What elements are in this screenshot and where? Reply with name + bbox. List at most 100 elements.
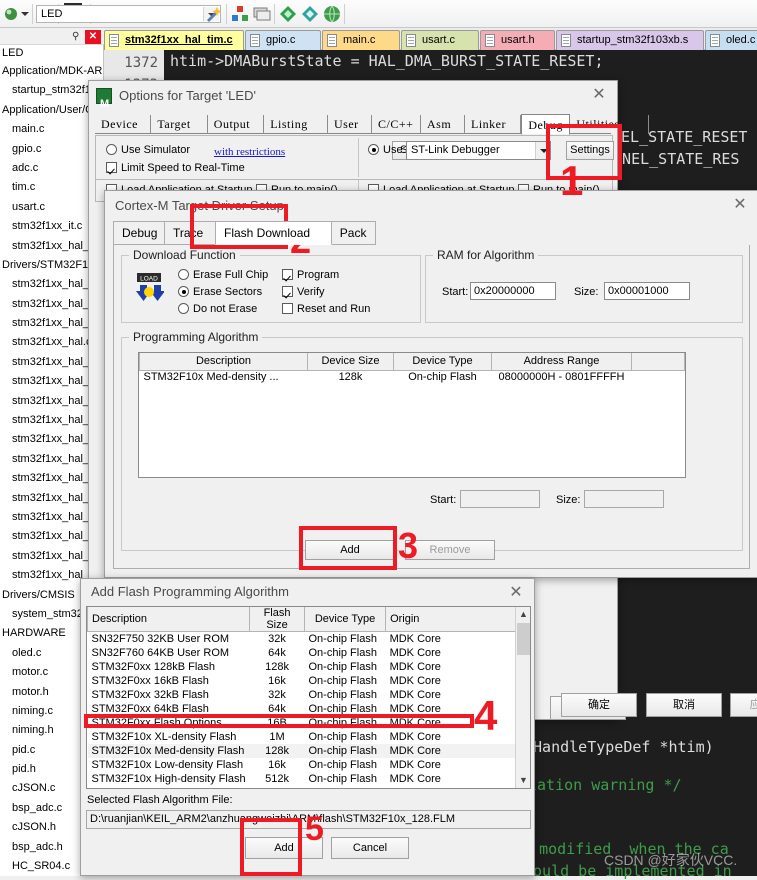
pa-size-input[interactable] (584, 490, 664, 508)
table-row[interactable]: STM32F10x High-density Flash 512k On-chip … (88, 772, 517, 786)
tab-output[interactable]: Output (208, 115, 265, 134)
column-header[interactable]: Device Type (303, 607, 387, 632)
column-header[interactable]: Device Size (307, 353, 394, 371)
close-icon[interactable]: ✕ (85, 30, 101, 44)
flash-algorithm-list[interactable]: Description Flash Size Device Type Origin S… (86, 606, 531, 789)
table-row[interactable]: STM32F10x Med-density Flash 128k On-chip F… (87, 743, 517, 758)
file-icon (327, 34, 337, 47)
table-cell: 512k (265, 772, 289, 785)
wizard-icon[interactable] (204, 4, 224, 24)
column-header[interactable] (631, 353, 685, 371)
close-icon[interactable]: ✕ (498, 579, 534, 607)
editor-tabbar[interactable]: stm32f1xx_hal_tim.c gpio.c main.c usart.c us… (104, 28, 757, 50)
green-diamond-icon[interactable] (278, 4, 298, 24)
scroll-up-icon[interactable]: ▲ (516, 607, 530, 622)
editor-tab[interactable]: startup_stm32f103xb.s (556, 30, 704, 50)
cancel-button[interactable]: 取消 (646, 693, 722, 717)
tab-debug[interactable]: Debug (113, 221, 165, 245)
list-scrollbar[interactable]: ▲ ▼ (515, 607, 530, 788)
table-cell: On-chip Flash (308, 730, 377, 743)
table-cell: SN32F750 32KB User ROM (91, 632, 230, 645)
reset-and-run-checkbox[interactable]: Reset and Run (282, 303, 370, 315)
column-header[interactable]: Address Range (491, 353, 632, 371)
tree-item[interactable]: Application/MDK-ARM (0, 62, 103, 81)
tab-device[interactable]: Device (95, 115, 152, 134)
editor-tab[interactable]: usart.c (401, 30, 479, 50)
dialog-titlebar: Add Flash Programming Algorithm ✕ (81, 579, 534, 605)
close-icon[interactable]: ✕ (581, 81, 617, 109)
svg-text:LOAD: LOAD (140, 276, 158, 283)
apply-button[interactable]: 应用(A) (730, 693, 757, 717)
tab-asm[interactable]: Asm (421, 115, 465, 134)
ram-size-input[interactable]: 0x00001000 (604, 282, 690, 300)
with-restrictions-link[interactable]: with restrictions (214, 146, 285, 158)
table-row[interactable]: STM32F0xx 32kB Flash 32k On-chip Flash MDK … (88, 688, 517, 702)
column-header[interactable]: Device Type (393, 353, 492, 371)
toolbar[interactable]: LOAD LED (0, 0, 757, 28)
scrollbar-thumb[interactable] (517, 623, 530, 655)
table-row[interactable]: STM32F10x Med-density ... 128k On-chip Fla… (140, 370, 685, 384)
table-row[interactable]: SN32F760 64KB User ROM 64k On-chip Flash MD… (88, 646, 517, 660)
editor-tab[interactable]: stm32f1xx_hal_tim.c (104, 30, 244, 50)
tab-c-c-[interactable]: C/C++ (372, 115, 421, 134)
program-label: Program (297, 269, 340, 281)
table-row[interactable]: STM32F10x Low-density Flash 16k On-chip Fl… (88, 758, 517, 772)
table-cell: On-chip Flash (408, 371, 477, 384)
teal-diamond-icon[interactable] (300, 4, 320, 24)
annotation-box-3 (299, 526, 397, 570)
table-row[interactable]: STM32F0xx 128kB Flash 128k On-chip Flash MD… (88, 660, 517, 674)
programming-algorithm-list[interactable]: Description Device Size Device Type Address… (138, 352, 686, 478)
load-icon: LOAD (136, 273, 164, 301)
editor-tab[interactable]: oled.c (705, 30, 757, 50)
do-not-erase-radio[interactable]: Do not Erase (178, 303, 257, 315)
ok-button-2[interactable]: 确定 (561, 693, 637, 717)
annotation-box-1 (546, 124, 622, 180)
column-header[interactable]: Flash Size (249, 607, 305, 632)
tab-pack[interactable]: Pack (330, 221, 376, 245)
column-header[interactable]: Origin (385, 607, 517, 632)
verify-checkbox[interactable]: Verify (282, 286, 325, 298)
limit-speed-checkbox[interactable]: Limit Speed to Real-Time (106, 162, 245, 174)
program-checkbox[interactable]: Program (282, 269, 339, 281)
editor-tab[interactable]: gpio.c (245, 30, 321, 50)
tab-listing[interactable]: Listing (264, 115, 328, 134)
remove-algorithm-button[interactable]: Remove (405, 540, 495, 560)
pin-icon[interactable]: ⚲ (72, 31, 82, 43)
books-icon[interactable] (252, 4, 272, 24)
table-cell: 256k (250, 786, 305, 789)
column-header[interactable]: Description (87, 607, 251, 632)
pa-start-input[interactable] (460, 490, 540, 508)
close-icon[interactable]: ✕ (722, 191, 757, 219)
tab-target[interactable]: Target (151, 115, 208, 134)
debugger-select[interactable]: ST-Link Debugger (406, 141, 551, 160)
ram-start-input[interactable]: 0x20000000 (470, 282, 556, 300)
table-row[interactable]: STM32F0xx 16kB Flash 16k On-chip Flash MDK … (88, 674, 517, 688)
erase-sectors-radio[interactable]: Erase Sectors (178, 286, 262, 298)
table-cell: On-chip Flash (308, 772, 377, 785)
use-simulator-radio[interactable]: Use Simulator (106, 144, 190, 156)
table-cell: 32k (268, 632, 286, 645)
tab-flash-download[interactable]: Flash Download (215, 221, 332, 245)
table-row[interactable]: STM32F10x Connectivity Lin...256kOn-chip… (88, 786, 517, 789)
table-row[interactable]: SN32F750 32KB User ROM 32k On-chip Flash MD… (88, 632, 517, 646)
tab-user[interactable]: User (328, 115, 372, 134)
build-icon[interactable] (2, 4, 22, 24)
tab-linker[interactable]: Linker (465, 115, 522, 134)
scroll-down-icon[interactable]: ▼ (516, 773, 530, 788)
globe-icon[interactable] (322, 4, 342, 24)
use-debugger-radio[interactable]: Use: (368, 144, 406, 156)
table-cell: 1M (269, 730, 285, 743)
editor-tab[interactable]: usart.h (480, 30, 555, 50)
file-icon (710, 34, 720, 47)
dropdown-caret-icon[interactable] (20, 4, 30, 24)
manage-runtime-icon[interactable] (230, 4, 250, 24)
target-selector[interactable]: LED (36, 5, 221, 23)
ram-size-label: Size: (574, 286, 599, 298)
tree-root[interactable]: LED (0, 45, 103, 62)
cancel-button[interactable]: Cancel (331, 837, 409, 859)
table-row[interactable]: STM32F10x XL-density Flash 1M On-chip Flas… (88, 730, 517, 744)
options-tabstrip[interactable]: Device Target Output Listing User C/C++ Asm Lin… (95, 114, 649, 135)
editor-tab[interactable]: main.c (322, 30, 400, 50)
erase-full-chip-radio[interactable]: Erase Full Chip (178, 269, 268, 281)
column-header[interactable]: Description (139, 353, 308, 371)
